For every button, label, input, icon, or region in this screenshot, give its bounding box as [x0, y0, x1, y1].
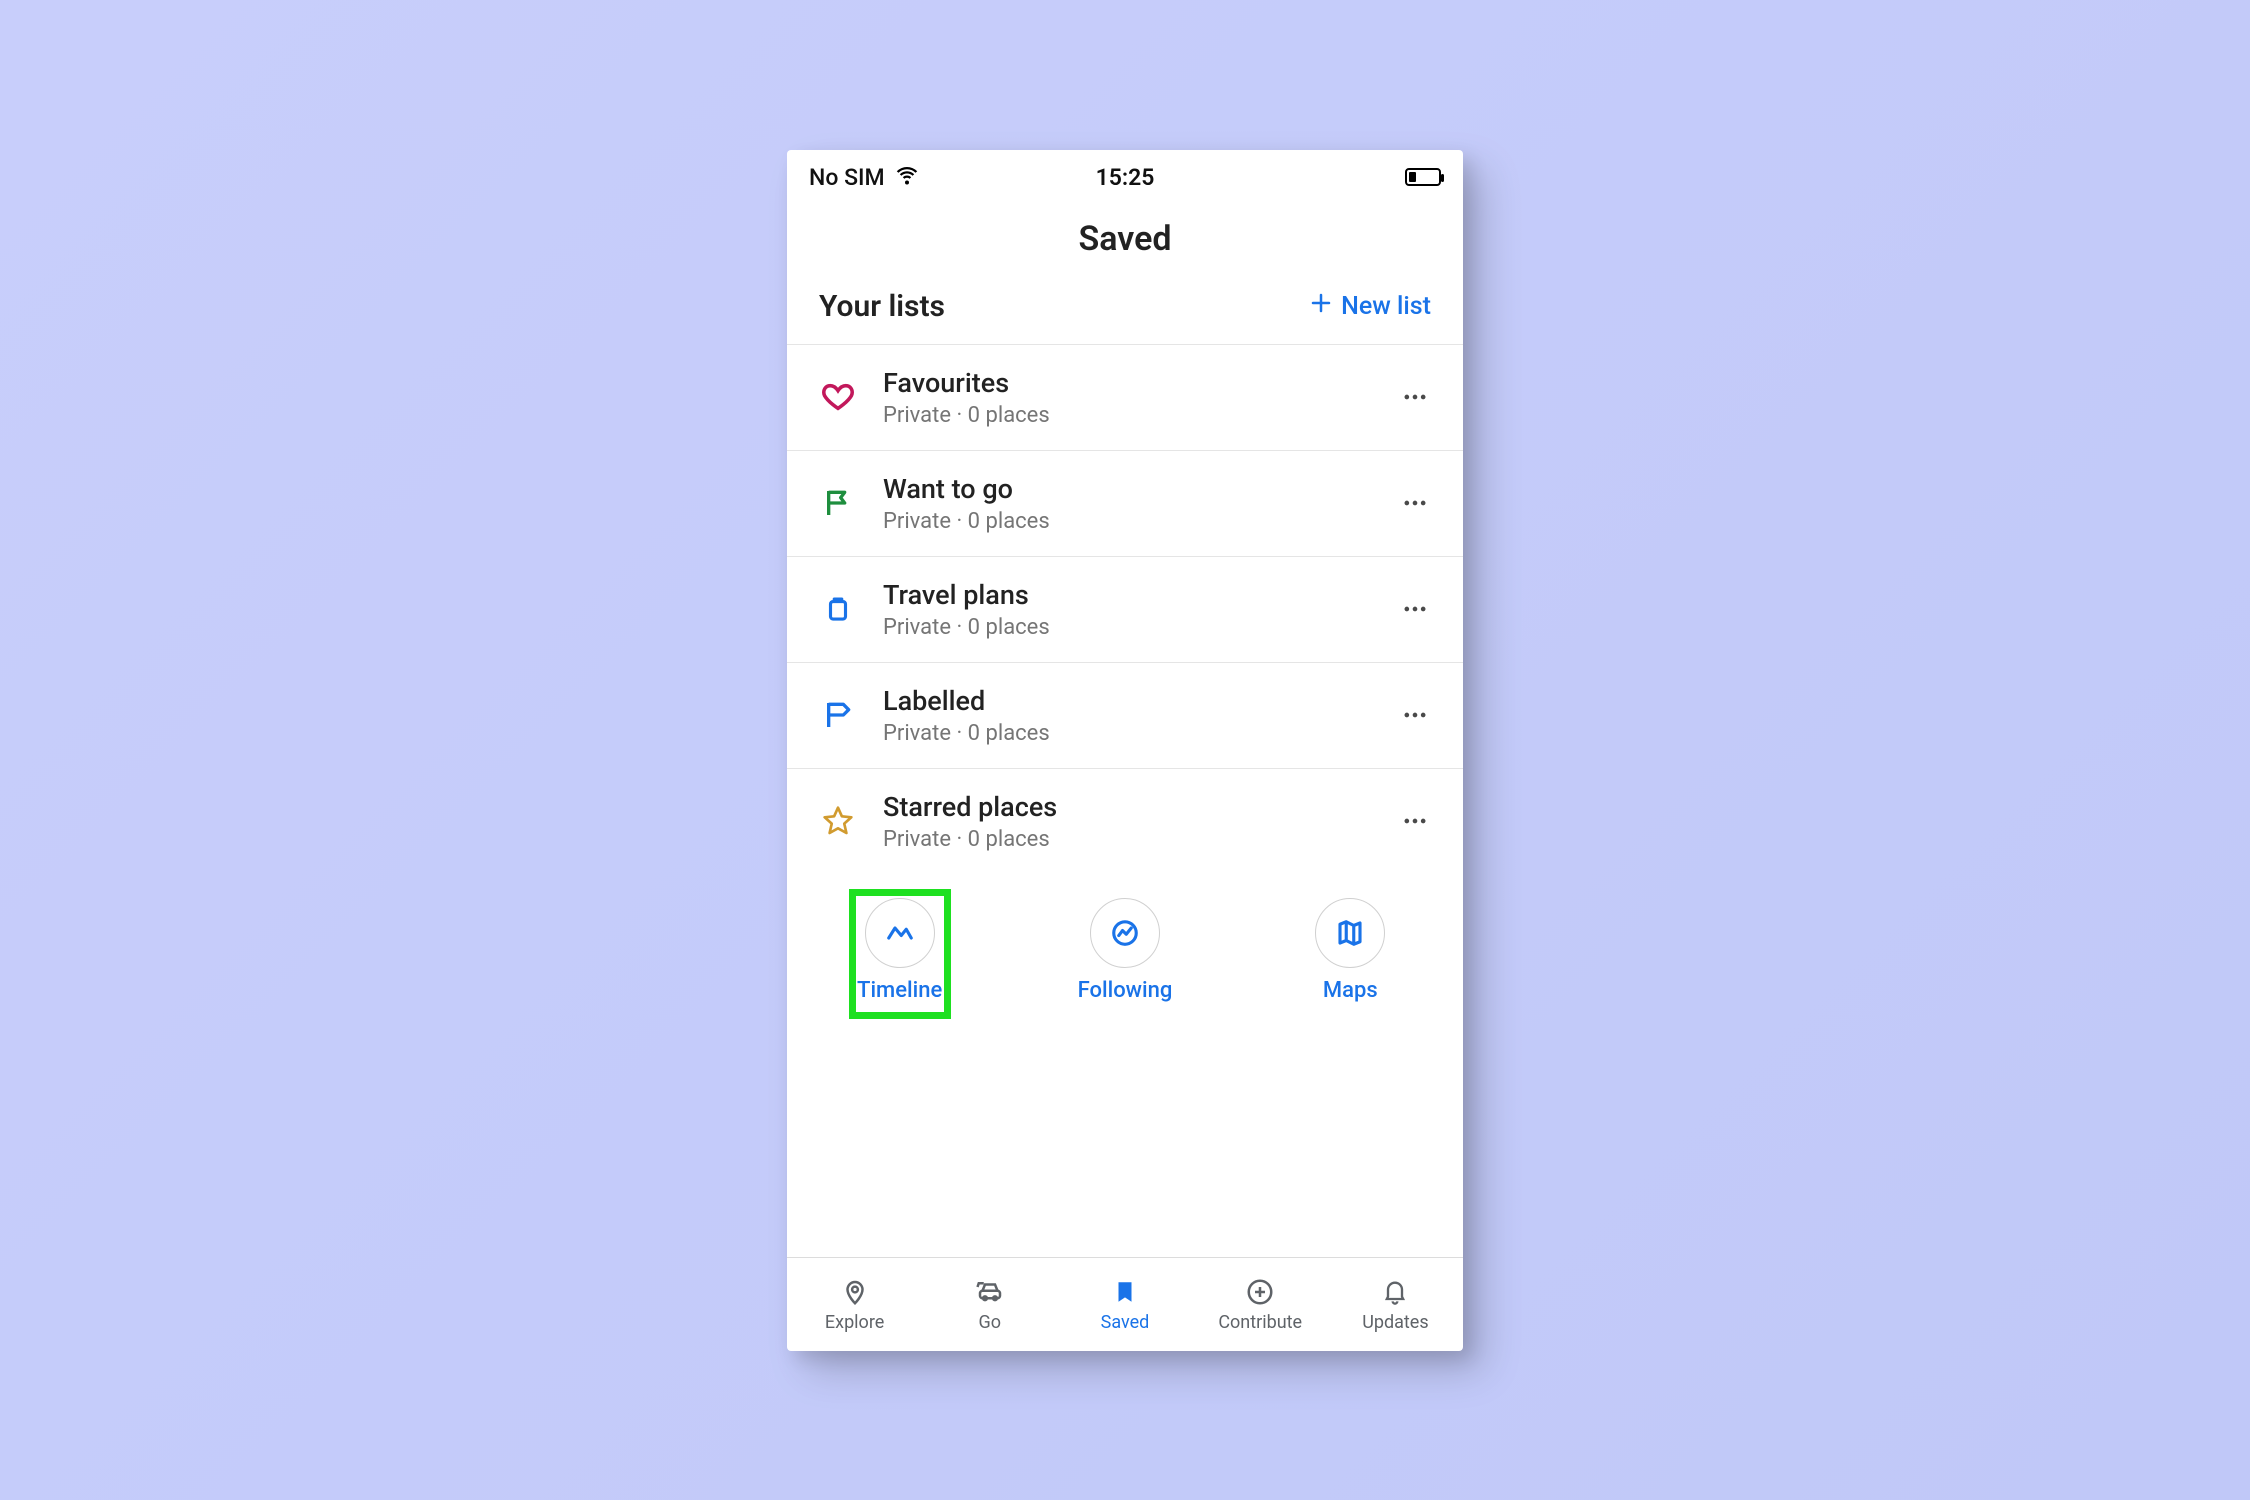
pin-icon [839, 1276, 871, 1308]
list-title: Favourites [883, 367, 1371, 399]
maps-icon [1335, 918, 1365, 948]
wifi-icon [895, 162, 919, 192]
list-row-travel-plans[interactable]: Travel plans Private · 0 places [787, 557, 1463, 663]
following-icon [1110, 918, 1140, 948]
more-button[interactable] [1395, 383, 1435, 411]
phone-screen: No SIM 15:25 Saved Your lists New list [787, 150, 1463, 1351]
list-subtitle: Private · 0 places [883, 721, 1371, 746]
list-row-want-to-go[interactable]: Want to go Private · 0 places [787, 451, 1463, 557]
quick-links-row: Timeline Following Maps [787, 874, 1463, 1033]
page-header: Saved [787, 205, 1463, 289]
nav-updates[interactable]: Updates [1328, 1258, 1463, 1351]
nav-explore[interactable]: Explore [787, 1258, 922, 1351]
section-title: Your lists [819, 289, 945, 324]
list-title: Want to go [883, 473, 1371, 505]
list-title: Travel plans [883, 579, 1371, 611]
maps-button[interactable]: Maps [1285, 898, 1415, 1003]
list-row-starred[interactable]: Starred places Private · 0 places [787, 769, 1463, 874]
chip-label: Following [1078, 978, 1173, 1003]
star-icon [817, 800, 859, 842]
list-subtitle: Private · 0 places [883, 827, 1371, 852]
plus-badge-icon [1244, 1276, 1276, 1308]
list-subtitle: Private · 0 places [883, 403, 1371, 428]
bell-icon [1379, 1276, 1411, 1308]
car-icon [974, 1276, 1006, 1308]
nav-label: Contribute [1218, 1312, 1302, 1333]
list-subtitle: Private · 0 places [883, 509, 1371, 534]
nav-contribute[interactable]: Contribute [1193, 1258, 1328, 1351]
flag-icon [817, 482, 859, 524]
section-bar: Your lists New list [787, 289, 1463, 344]
label-icon [817, 694, 859, 736]
heart-icon [817, 376, 859, 418]
bookmark-icon [1109, 1276, 1141, 1308]
chip-label: Timeline [857, 978, 942, 1003]
nav-label: Go [979, 1312, 1002, 1333]
more-button[interactable] [1395, 595, 1435, 623]
timeline-icon [885, 918, 915, 948]
nav-label: Saved [1101, 1312, 1150, 1333]
nav-label: Updates [1362, 1312, 1428, 1333]
list-row-favourites[interactable]: Favourites Private · 0 places [787, 345, 1463, 451]
nav-label: Explore [825, 1312, 884, 1333]
chip-label: Maps [1323, 978, 1378, 1003]
status-bar: No SIM 15:25 [787, 150, 1463, 205]
new-list-label: New list [1341, 292, 1431, 321]
plus-icon [1309, 291, 1333, 322]
new-list-button[interactable]: New list [1309, 291, 1431, 322]
carrier-label: No SIM [809, 164, 885, 191]
list-subtitle: Private · 0 places [883, 615, 1371, 640]
list-row-labelled[interactable]: Labelled Private · 0 places [787, 663, 1463, 769]
page-title: Saved [787, 219, 1463, 259]
suitcase-icon [817, 588, 859, 630]
timeline-button[interactable]: Timeline [835, 898, 965, 1003]
list-title: Labelled [883, 685, 1371, 717]
bottom-nav: Explore Go Saved Contribute Updates [787, 1257, 1463, 1351]
nav-saved[interactable]: Saved [1057, 1258, 1192, 1351]
more-button[interactable] [1395, 807, 1435, 835]
more-button[interactable] [1395, 489, 1435, 517]
list-title: Starred places [883, 791, 1371, 823]
nav-go[interactable]: Go [922, 1258, 1057, 1351]
lists-container: Favourites Private · 0 places Want to go… [787, 344, 1463, 874]
more-button[interactable] [1395, 701, 1435, 729]
following-button[interactable]: Following [1060, 898, 1190, 1003]
battery-icon [1405, 168, 1441, 186]
